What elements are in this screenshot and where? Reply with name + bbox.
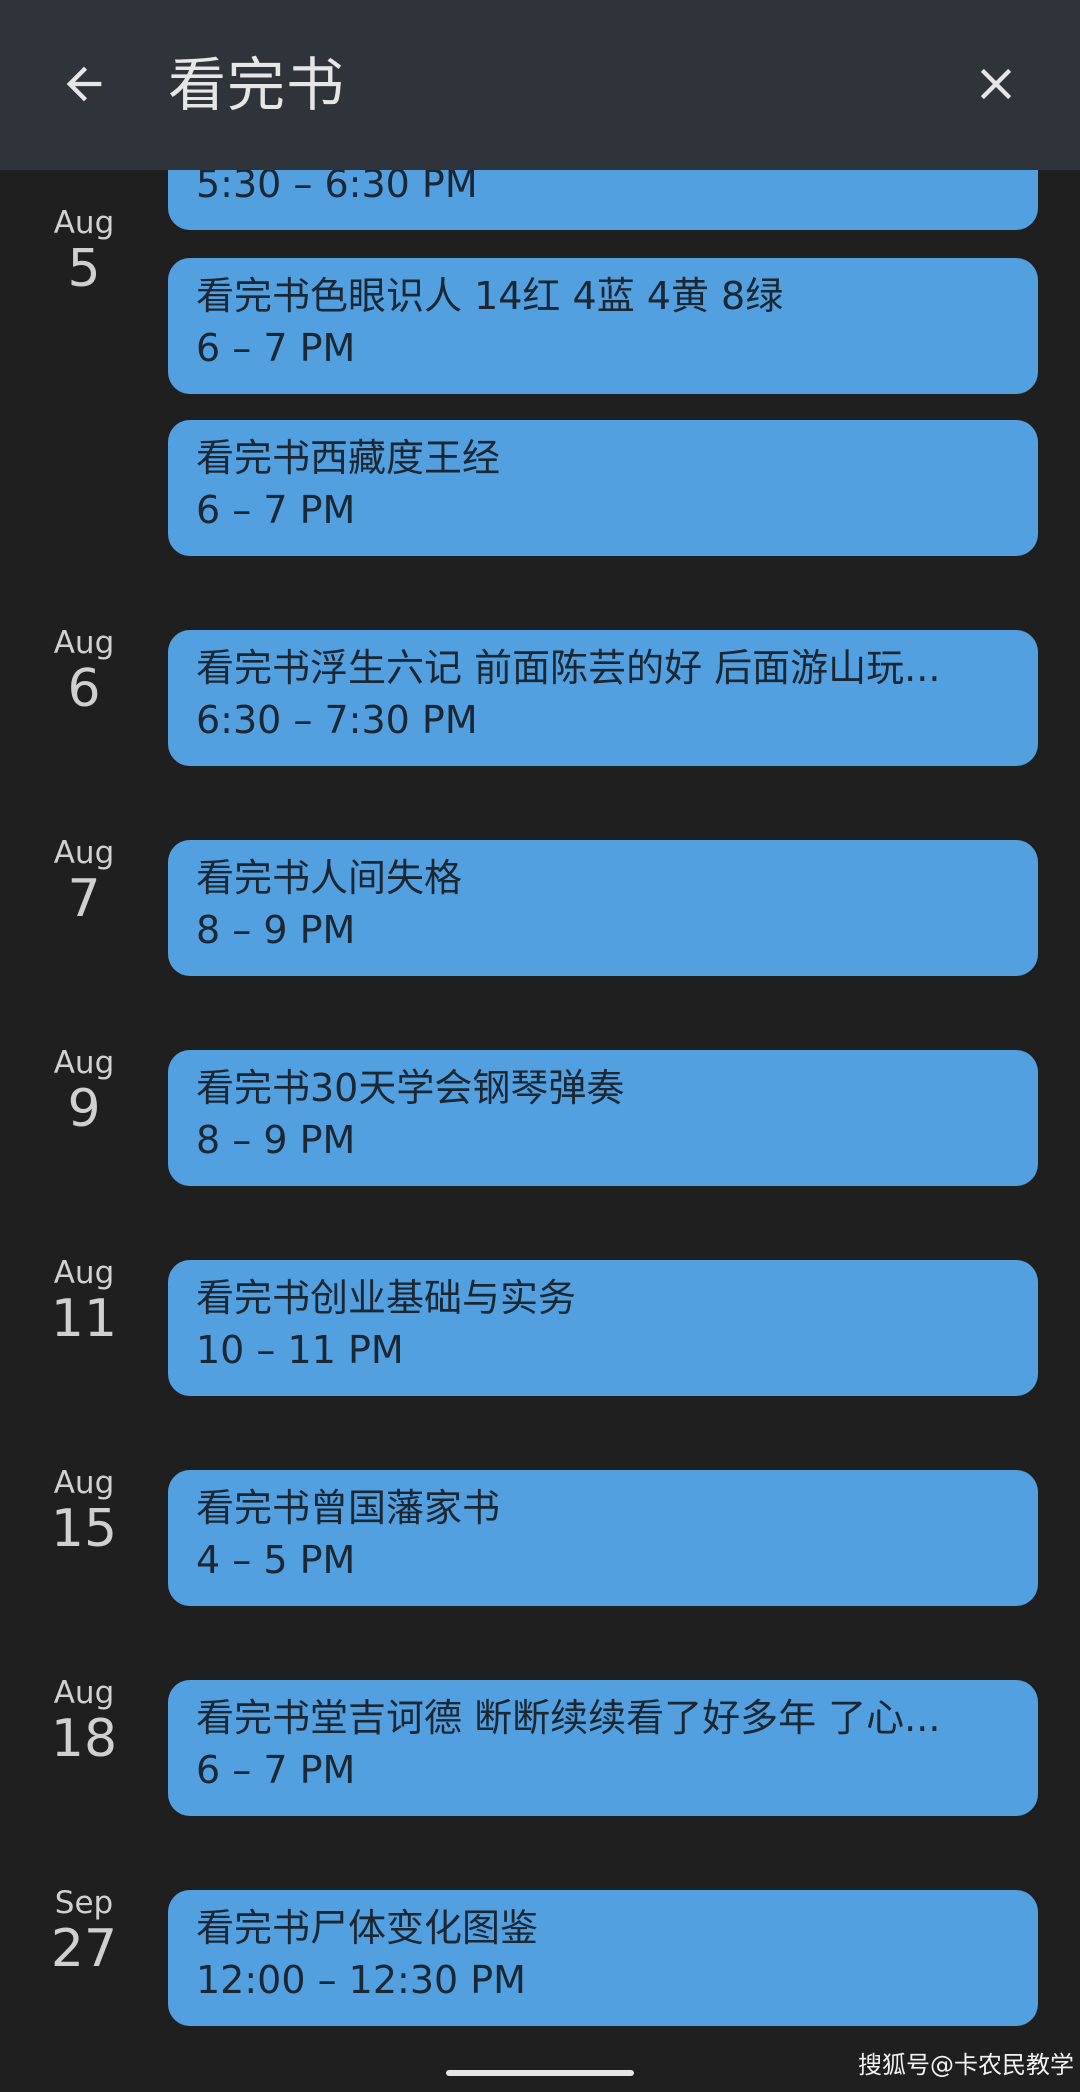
date-label-sep-27[interactable]: Sep 27	[30, 1886, 138, 1978]
home-indicator[interactable]	[446, 2070, 634, 2076]
date-label-aug-7[interactable]: Aug 7	[30, 836, 138, 928]
date-month: Aug	[53, 1465, 115, 1501]
event-time: 6 – 7 PM	[196, 326, 356, 370]
date-month: Aug	[53, 1045, 115, 1081]
date-month: Aug	[53, 1675, 115, 1711]
date-label-aug-18[interactable]: Aug 18	[30, 1676, 138, 1768]
date-month: Aug	[53, 1255, 115, 1291]
date-day: 27	[50, 1919, 118, 1979]
event-time: 12:00 – 12:30 PM	[196, 1958, 526, 2002]
event-title: 看完书西藏度王经	[196, 436, 501, 480]
close-icon	[980, 68, 1012, 100]
back-button[interactable]	[48, 48, 120, 120]
date-label-aug-9[interactable]: Aug 9	[30, 1046, 138, 1138]
date-label-aug-6[interactable]: Aug 6	[30, 626, 138, 718]
date-month: Aug	[53, 835, 115, 871]
event-title: 看完书30天学会钢琴弹奏	[196, 1066, 625, 1110]
watermark: 搜狐号@卡农民教学	[858, 2051, 1074, 2079]
date-month: Aug	[53, 205, 115, 241]
event-chip[interactable]: 看完书创业基础与实务 10 – 11 PM	[168, 1260, 1038, 1396]
event-chip[interactable]: 看完书人间失格 8 – 9 PM	[168, 840, 1038, 976]
event-chip[interactable]: 看完书色眼识人 14红 4蓝 4黄 8绿 6 – 7 PM	[168, 258, 1038, 394]
event-time: 10 – 11 PM	[196, 1328, 404, 1372]
event-time: 6:30 – 7:30 PM	[196, 698, 478, 742]
event-chip[interactable]: 看完书30天学会钢琴弹奏 8 – 9 PM	[168, 1050, 1038, 1186]
date-day: 5	[67, 239, 101, 299]
date-month: Sep	[54, 1885, 114, 1921]
date-day: 15	[50, 1499, 118, 1559]
event-chip[interactable]: 看完书曾国藩家书 4 – 5 PM	[168, 1470, 1038, 1606]
date-day: 11	[50, 1289, 118, 1349]
date-label-aug-5[interactable]: Aug 5	[30, 206, 138, 298]
schedule-search-screen: 5:30 – 6:30 PM Aug 5 看完书色眼识人 14红 4蓝 4黄 8…	[0, 0, 1080, 2092]
event-chip[interactable]: 看完书尸体变化图鉴 12:00 – 12:30 PM	[168, 1890, 1038, 2026]
date-day: 7	[67, 869, 101, 929]
date-label-aug-11[interactable]: Aug 11	[30, 1256, 138, 1348]
event-time: 6 – 7 PM	[196, 1748, 356, 1792]
date-label-aug-15[interactable]: Aug 15	[30, 1466, 138, 1558]
event-title: 看完书人间失格	[196, 856, 463, 900]
date-day: 6	[67, 659, 101, 719]
event-chip[interactable]: 看完书浮生六记 前面陈芸的好 后面游山玩... 6:30 – 7:30 PM	[168, 630, 1038, 766]
event-list[interactable]: 5:30 – 6:30 PM Aug 5 看完书色眼识人 14红 4蓝 4黄 8…	[0, 0, 1080, 2092]
event-title: 看完书创业基础与实务	[196, 1276, 577, 1320]
arrow-left-icon	[66, 66, 102, 102]
event-title: 看完书色眼识人 14红 4蓝 4黄 8绿	[196, 274, 784, 318]
event-title: 看完书曾国藩家书	[196, 1486, 501, 1530]
event-chip[interactable]: 看完书西藏度王经 6 – 7 PM	[168, 420, 1038, 556]
page-title: 看完书	[168, 51, 346, 119]
event-title: 看完书堂吉诃德 断断续续看了好多年 了心...	[196, 1696, 941, 1740]
event-time: 4 – 5 PM	[196, 1538, 356, 1582]
date-month: Aug	[53, 625, 115, 661]
close-button[interactable]	[960, 48, 1032, 120]
event-time: 8 – 9 PM	[196, 1118, 356, 1162]
event-time: 8 – 9 PM	[196, 908, 356, 952]
date-day: 9	[67, 1079, 101, 1139]
event-time: 6 – 7 PM	[196, 488, 356, 532]
top-app-bar: 看完书	[0, 0, 1080, 170]
event-title: 看完书浮生六记 前面陈芸的好 后面游山玩...	[196, 646, 941, 690]
date-day: 18	[50, 1709, 118, 1769]
event-title: 看完书尸体变化图鉴	[196, 1906, 539, 1950]
event-chip[interactable]: 看完书堂吉诃德 断断续续看了好多年 了心... 6 – 7 PM	[168, 1680, 1038, 1816]
